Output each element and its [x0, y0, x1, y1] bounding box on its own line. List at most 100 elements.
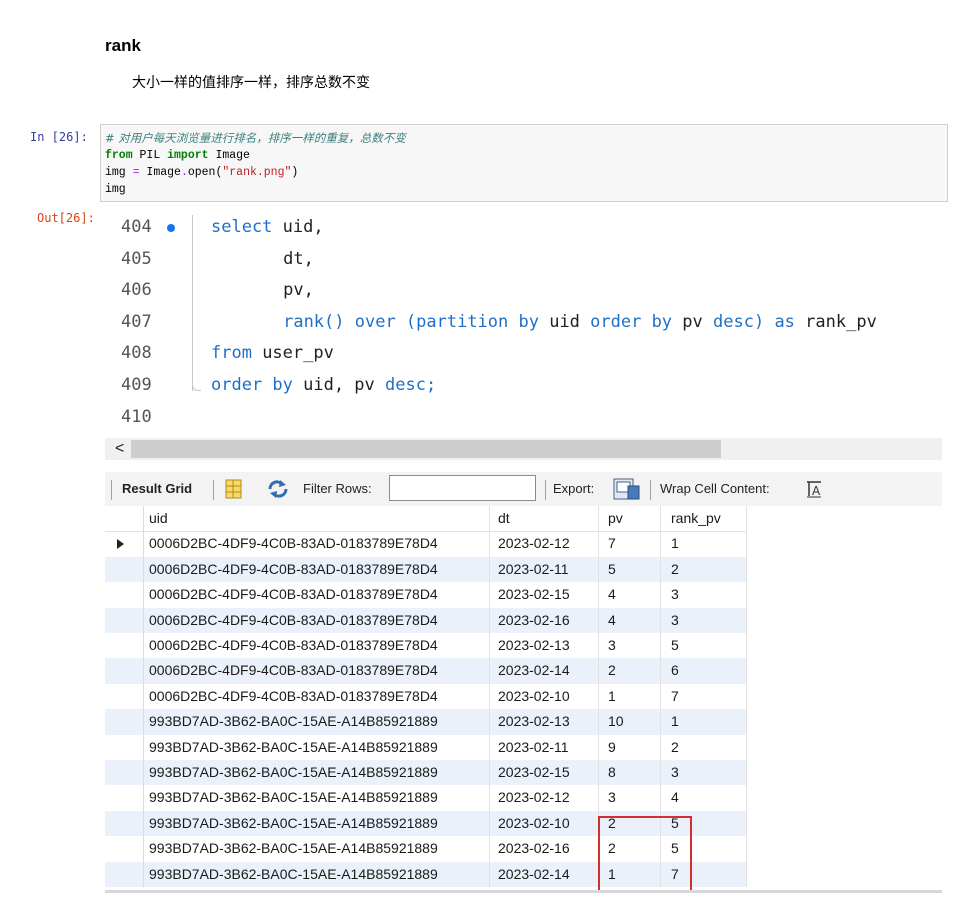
code-line: img [105, 181, 943, 198]
cell-rank_pv[interactable]: 6 [671, 658, 746, 683]
cell-rank_pv[interactable]: 2 [671, 557, 746, 582]
cell-dt[interactable]: 2023-02-16 [498, 836, 598, 861]
table-row[interactable]: 0006D2BC-4DF9-4C0B-83AD-0183789E78D4 2023… [105, 531, 747, 557]
cell-rank_pv[interactable]: 1 [671, 709, 746, 734]
cell-pv[interactable]: 3 [608, 633, 663, 658]
cell-uid[interactable]: 0006D2BC-4DF9-4C0B-83AD-0183789E78D4 [149, 684, 489, 709]
cell-dt[interactable]: 2023-02-13 [498, 709, 598, 734]
table-row[interactable]: 0006D2BC-4DF9-4C0B-83AD-0183789E78D4 2023… [105, 556, 747, 583]
cell-uid[interactable]: 0006D2BC-4DF9-4C0B-83AD-0183789E78D4 [149, 658, 489, 683]
column-divider [746, 810, 747, 837]
cell-pv[interactable]: 1 [608, 684, 663, 709]
cell-uid[interactable]: 0006D2BC-4DF9-4C0B-83AD-0183789E78D4 [149, 633, 489, 658]
column-divider [598, 607, 599, 633]
row-selector[interactable] [105, 709, 144, 735]
cell-dt[interactable]: 2023-02-12 [498, 785, 598, 810]
row-selector[interactable] [105, 836, 144, 862]
table-row[interactable]: 993BD7AD-3B62-BA0C-15AE-A14B85921889 2023… [105, 734, 747, 760]
cell-pv[interactable]: 3 [608, 785, 663, 810]
cell-dt[interactable]: 2023-02-13 [498, 633, 598, 658]
cell-dt[interactable]: 2023-02-11 [498, 735, 598, 760]
cell-dt[interactable]: 2023-02-16 [498, 608, 598, 633]
row-selector[interactable] [105, 683, 144, 710]
cell-pv[interactable]: 4 [608, 582, 663, 607]
grid-view-icon[interactable] [224, 479, 244, 499]
row-selector[interactable] [105, 734, 144, 760]
table-row[interactable]: 993BD7AD-3B62-BA0C-15AE-A14B85921889 2023… [105, 785, 747, 811]
row-selector[interactable] [105, 582, 144, 608]
cell-pv[interactable]: 8 [608, 760, 663, 785]
cell-dt[interactable]: 2023-02-10 [498, 811, 598, 836]
table-row[interactable]: 993BD7AD-3B62-BA0C-15AE-A14B85921889 2023… [105, 760, 747, 786]
row-selector[interactable] [105, 556, 144, 583]
cell-rank_pv[interactable]: 4 [671, 785, 746, 810]
cell-uid[interactable]: 993BD7AD-3B62-BA0C-15AE-A14B85921889 [149, 709, 489, 734]
row-selector[interactable] [105, 658, 144, 684]
export-icon[interactable] [613, 477, 641, 501]
table-row[interactable]: 0006D2BC-4DF9-4C0B-83AD-0183789E78D4 2023… [105, 633, 747, 659]
row-selector[interactable] [105, 607, 144, 633]
column-header-rank_pv[interactable]: rank_pv [671, 506, 746, 531]
cell-uid[interactable]: 0006D2BC-4DF9-4C0B-83AD-0183789E78D4 [149, 531, 489, 556]
scrollbar-thumb[interactable] [131, 440, 721, 458]
cell-dt[interactable]: 2023-02-15 [498, 582, 598, 607]
column-header-uid[interactable]: uid [149, 506, 489, 531]
column-divider [746, 607, 747, 633]
table-row[interactable]: 0006D2BC-4DF9-4C0B-83AD-0183789E78D4 2023… [105, 607, 747, 633]
scroll-left-icon[interactable]: < [115, 438, 124, 460]
cell-uid[interactable]: 993BD7AD-3B62-BA0C-15AE-A14B85921889 [149, 760, 489, 785]
toolbar-separator [545, 480, 546, 500]
cell-rank_pv[interactable]: 3 [671, 582, 746, 607]
cell-pv[interactable]: 10 [608, 709, 663, 734]
column-divider [598, 531, 599, 557]
cell-dt[interactable]: 2023-02-11 [498, 557, 598, 582]
row-selector[interactable] [105, 785, 144, 811]
cell-uid[interactable]: 993BD7AD-3B62-BA0C-15AE-A14B85921889 [149, 811, 489, 836]
cell-uid[interactable]: 993BD7AD-3B62-BA0C-15AE-A14B85921889 [149, 862, 489, 887]
cell-uid[interactable]: 993BD7AD-3B62-BA0C-15AE-A14B85921889 [149, 785, 489, 810]
cell-rank_pv[interactable]: 3 [671, 608, 746, 633]
table-row[interactable]: 0006D2BC-4DF9-4C0B-83AD-0183789E78D4 2023… [105, 658, 747, 684]
breakpoint-icon[interactable] [167, 224, 175, 232]
cell-pv[interactable]: 5 [608, 557, 663, 582]
cell-rank_pv[interactable]: 7 [671, 684, 746, 709]
grid-bottom-scrollbar[interactable] [105, 890, 942, 893]
cell-uid[interactable]: 0006D2BC-4DF9-4C0B-83AD-0183789E78D4 [149, 608, 489, 633]
column-header-pv[interactable]: pv [608, 506, 663, 531]
cell-pv[interactable]: 9 [608, 735, 663, 760]
cell-rank_pv[interactable]: 1 [671, 531, 746, 556]
cell-dt[interactable]: 2023-02-12 [498, 531, 598, 556]
filter-rows-input[interactable] [389, 475, 536, 501]
cell-pv[interactable]: 2 [608, 658, 663, 683]
cell-uid[interactable]: 993BD7AD-3B62-BA0C-15AE-A14B85921889 [149, 836, 489, 861]
row-selector[interactable] [105, 506, 144, 532]
cell-pv[interactable]: 7 [608, 531, 663, 556]
cell-pv[interactable]: 4 [608, 608, 663, 633]
sql-keyword: rank() over (partition by [283, 311, 539, 332]
row-selector[interactable] [105, 760, 144, 786]
cell-dt[interactable]: 2023-02-10 [498, 684, 598, 709]
cell-rank_pv[interactable]: 2 [671, 735, 746, 760]
column-divider [489, 760, 490, 786]
table-row[interactable]: 993BD7AD-3B62-BA0C-15AE-A14B85921889 2023… [105, 709, 747, 735]
table-row[interactable]: 0006D2BC-4DF9-4C0B-83AD-0183789E78D4 2023… [105, 683, 747, 710]
row-selector[interactable] [105, 633, 144, 659]
row-selector[interactable] [105, 531, 144, 557]
wrap-cell-icon[interactable]: A [805, 480, 823, 498]
cell-uid[interactable]: 0006D2BC-4DF9-4C0B-83AD-0183789E78D4 [149, 557, 489, 582]
cell-dt[interactable]: 2023-02-15 [498, 760, 598, 785]
column-header-dt[interactable]: dt [498, 506, 598, 531]
horizontal-scrollbar[interactable]: < [105, 438, 942, 460]
cell-dt[interactable]: 2023-02-14 [498, 658, 598, 683]
code-editor[interactable]: # 对用户每天浏览量进行排名，排序一样的重复，总数不变 from PIL impo… [100, 124, 948, 202]
table-row[interactable]: 0006D2BC-4DF9-4C0B-83AD-0183789E78D4 2023… [105, 582, 747, 608]
cell-uid[interactable]: 0006D2BC-4DF9-4C0B-83AD-0183789E78D4 [149, 582, 489, 607]
row-selector[interactable] [105, 810, 144, 837]
refresh-icon[interactable] [266, 479, 290, 499]
cell-rank_pv[interactable]: 5 [671, 633, 746, 658]
row-selector[interactable] [105, 861, 144, 887]
cell-dt[interactable]: 2023-02-14 [498, 862, 598, 887]
cell-uid[interactable]: 993BD7AD-3B62-BA0C-15AE-A14B85921889 [149, 735, 489, 760]
result-grid-tab[interactable]: Result Grid [122, 481, 192, 496]
cell-rank_pv[interactable]: 3 [671, 760, 746, 785]
